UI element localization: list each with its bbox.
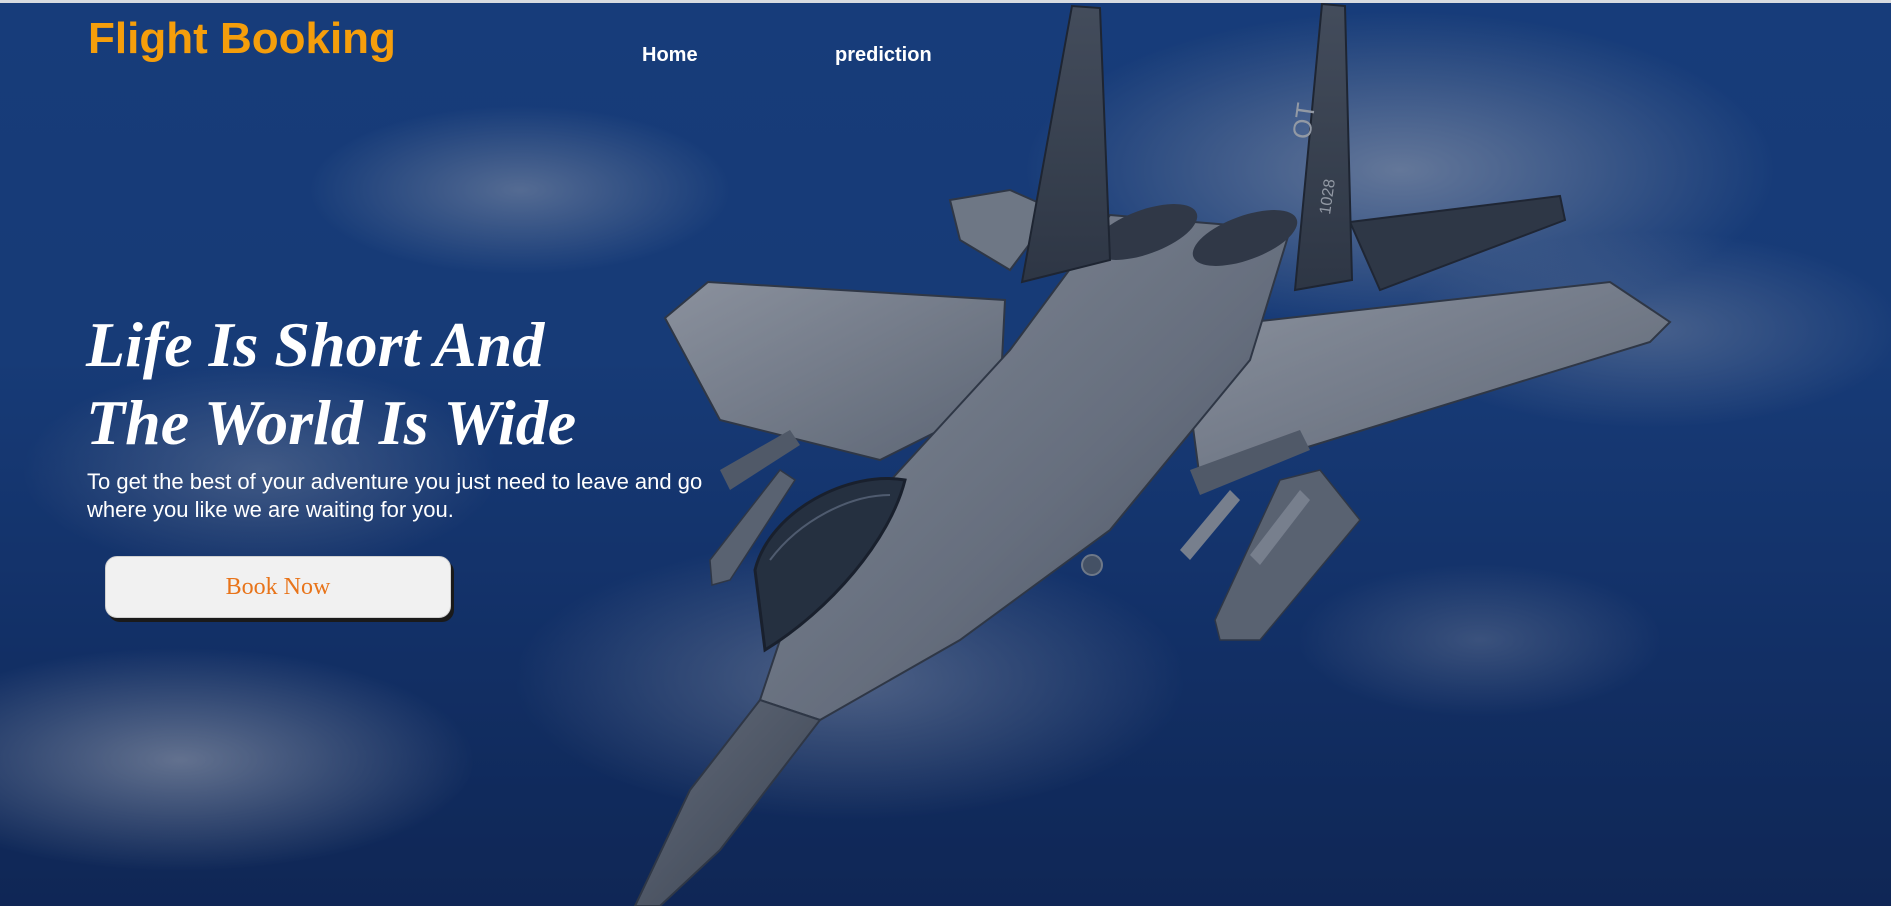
hero-headline-line-1: Life Is Short And: [86, 309, 545, 380]
nav-link-prediction[interactable]: prediction: [835, 44, 932, 67]
brand-logo-title[interactable]: Flight Booking: [88, 15, 396, 62]
top-border: [0, 0, 1891, 3]
nav-link-home[interactable]: Home: [642, 44, 698, 67]
hero-headline: Life Is Short And The World Is Wide: [86, 306, 576, 462]
hero-page: OT 1028 Flight Booking Home prediction L…: [0, 0, 1891, 906]
book-now-button[interactable]: Book Now: [105, 556, 451, 618]
hero-subtitle: To get the best of your adventure you ju…: [87, 469, 703, 522]
hero-headline-line-2: The World Is Wide: [86, 387, 577, 458]
